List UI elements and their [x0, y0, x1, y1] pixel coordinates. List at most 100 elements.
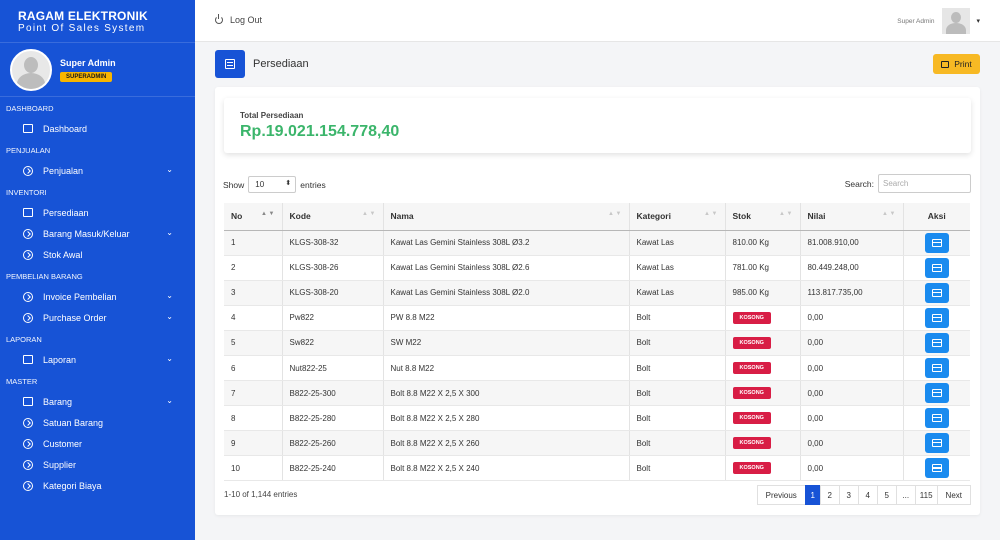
sidebar-item-label: Stok Awal	[43, 249, 83, 260]
cell-no: 2	[224, 255, 283, 281]
main-card: Total Persediaan Rp.19.021.154.778,40 Sh…	[215, 87, 980, 515]
detail-button[interactable]	[924, 408, 949, 429]
column-header-kategori[interactable]: Kategori ▲ ▼	[629, 203, 726, 231]
sidebar-item-stok-awal[interactable]: Stok Awal	[0, 244, 195, 265]
logout-label: Log Out	[230, 15, 263, 25]
column-header-nama[interactable]: Nama ▲ ▼	[383, 203, 630, 231]
sidebar-item-persediaan[interactable]: Persediaan	[0, 202, 195, 223]
column-header-no[interactable]: No ▲ ▼	[224, 203, 283, 231]
circle-arrow-icon	[22, 291, 34, 303]
cell-no: 8	[224, 405, 283, 432]
brand-subtitle: Point Of Sales System	[18, 23, 146, 34]
user-menu[interactable]: Super Admin ▾	[897, 8, 980, 34]
cell-kategori: Kawat Las	[629, 255, 726, 281]
cell-no: 10	[224, 455, 283, 482]
search-input[interactable]: Search	[878, 174, 971, 193]
column-label: Kode	[289, 211, 311, 222]
table-header: No ▲ ▼ Kode ▲ ▼ Nama ▲ ▼ Kategori ▲ ▼ Stok ▲ ▼ Nil…	[224, 203, 970, 231]
sidebar-item-dashboard[interactable]: Dashboard	[0, 118, 195, 139]
cell-stok: KOSONG	[725, 305, 801, 331]
sort-icon: ▲ ▼	[881, 211, 896, 217]
detail-button[interactable]	[924, 458, 949, 479]
detail-button[interactable]	[924, 358, 949, 379]
page-title: Persediaan	[253, 58, 309, 70]
sidebar-section-dashboard: DASHBOARD	[6, 104, 54, 113]
sidebar-section-inventori: INVENTORI	[6, 188, 47, 197]
power-icon	[215, 14, 223, 24]
chevron-down-icon: ⌄	[166, 291, 173, 300]
pagination: Previous 1 2 3 4 5... 115 Next	[756, 485, 971, 505]
show-label: Show	[223, 179, 245, 190]
cell-nama: SW M22	[383, 330, 630, 356]
column-header-stok[interactable]: Stok ▲ ▼	[725, 203, 801, 231]
pagination-next[interactable]: Next	[936, 485, 971, 505]
sidebar-item-purchase-order[interactable]: Purchase Order ⌄	[0, 307, 195, 328]
column-header-nilai[interactable]: Nilai ▲ ▼	[800, 203, 904, 231]
sidebar-item-supplier[interactable]: Supplier	[0, 454, 195, 475]
detail-button[interactable]	[924, 282, 949, 303]
inventory-table: No ▲ ▼ Kode ▲ ▼ Nama ▲ ▼ Kategori ▲ ▼ Stok ▲ ▼ Nil…	[224, 203, 970, 482]
sidebar-item-laporan[interactable]: Laporan ⌄	[0, 349, 195, 370]
cell-kode: KLGS-308-26	[282, 255, 384, 281]
brand-name: RAGAM ELEKTRONIK	[18, 9, 148, 23]
entries-select[interactable]: 10	[248, 176, 297, 193]
column-label: Nama	[390, 211, 414, 222]
pagination-page-115[interactable]: 115	[914, 485, 938, 505]
table-info: 1-10 of 1,144 entries	[224, 490, 298, 499]
sidebar-item-barang[interactable]: Barang ⌄	[0, 391, 195, 412]
detail-button[interactable]	[924, 307, 949, 328]
circle-arrow-icon	[22, 165, 34, 177]
cell-nilai: 0,00	[800, 305, 904, 331]
cell-nama: Bolt 8.8 M22 X 2,5 X 260	[383, 430, 630, 457]
detail-button[interactable]	[924, 433, 949, 454]
out-of-stock-badge: KOSONG	[732, 462, 771, 475]
detail-button[interactable]	[924, 332, 949, 353]
cell-nilai: 0,00	[800, 430, 904, 457]
pagination-page-5[interactable]: 5	[876, 485, 897, 505]
pagination-page-1[interactable]: 1	[804, 485, 821, 505]
cell-nama: Kawat Las Gemini Stainless 308L Ø2.6	[383, 255, 630, 281]
cell-kategori: Bolt	[629, 330, 726, 356]
cell-aksi	[903, 280, 970, 306]
detail-button[interactable]	[924, 232, 949, 253]
cell-nilai: 0,00	[800, 455, 904, 482]
sort-icon: ▲ ▼	[260, 211, 275, 217]
cell-no: 6	[224, 355, 283, 382]
detail-button[interactable]	[924, 383, 949, 404]
cell-no: 3	[224, 280, 283, 306]
print-button[interactable]: Print	[933, 54, 980, 74]
sidebar-item-customer[interactable]: Customer	[0, 433, 195, 454]
table-row: 10 B822-25-240 Bolt 8.8 M22 X 2,5 X 240 Bol…	[224, 455, 970, 482]
cell-nilai: 0,00	[800, 380, 904, 407]
detail-button[interactable]	[924, 257, 949, 278]
circle-arrow-icon	[22, 417, 34, 429]
cell-stok: 985.00 Kg	[725, 280, 801, 306]
out-of-stock-badge: KOSONG	[732, 437, 771, 450]
pagination-previous[interactable]: Previous	[756, 485, 806, 505]
cell-stok: KOSONG	[725, 330, 801, 356]
cell-no: 1	[224, 230, 283, 256]
sidebar-item-barang-masuk-keluar[interactable]: Barang Masuk/Keluar ⌄	[0, 223, 195, 244]
sidebar-item-satuan-barang[interactable]: Satuan Barang	[0, 412, 195, 433]
cell-aksi	[903, 405, 970, 432]
circle-arrow-icon	[22, 480, 34, 492]
sidebar-nav: DASHBOARD Dashboard PENJUALAN Penjualan ⌄ INV…	[0, 100, 195, 496]
sidebar-item-kategori-biaya[interactable]: Kategori Biaya	[0, 475, 195, 496]
column-header-kode[interactable]: Kode ▲ ▼	[282, 203, 384, 231]
pagination-page-3[interactable]: 3	[838, 485, 859, 505]
cell-kategori: Bolt	[629, 380, 726, 407]
sort-icon: ▲ ▼	[703, 211, 718, 217]
cell-nilai: 81.008.910,00	[800, 230, 904, 256]
sidebar-item-penjualan[interactable]: Penjualan ⌄	[0, 160, 195, 181]
entries-label: entries	[300, 179, 326, 190]
cell-no: 7	[224, 380, 283, 407]
sidebar-section-penjualan: PENJUALAN	[6, 146, 51, 155]
table-row: 2 KLGS-308-26 Kawat Las Gemini Stainless 3…	[224, 255, 970, 281]
pagination-page-2[interactable]: 2	[819, 485, 840, 505]
length-control: Show 10 entries	[223, 176, 326, 193]
column-label: Stok	[732, 211, 751, 222]
pagination-page-4[interactable]: 4	[857, 485, 878, 505]
cell-aksi	[903, 230, 970, 256]
logout-button[interactable]: Log Out	[215, 14, 263, 25]
sidebar-item-invoice-pembelian[interactable]: Invoice Pembelian ⌄	[0, 286, 195, 307]
